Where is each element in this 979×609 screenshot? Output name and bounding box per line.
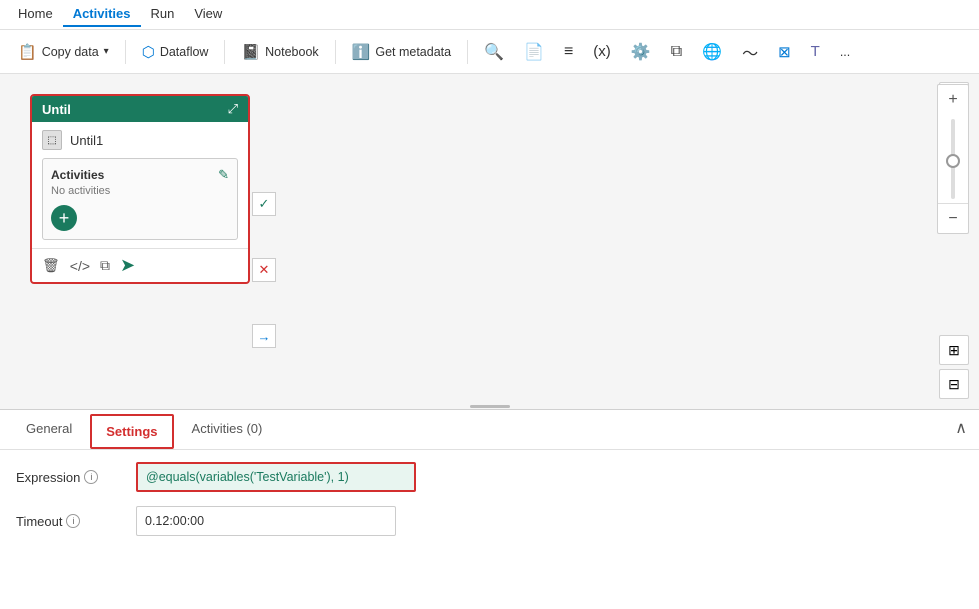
until-toolbar: 🗑 </> ⧉ ➤: [32, 248, 248, 282]
copy-data-icon: 📋: [18, 43, 37, 61]
edit-icon[interactable]: ✎: [218, 167, 229, 183]
copy-button[interactable]: ⧉: [100, 257, 110, 274]
dataflow-button[interactable]: ⬡ Dataflow: [134, 39, 217, 65]
outlook-icon-button[interactable]: ⊠: [770, 39, 799, 65]
canvas-bottom-icons: ⊞ ⊟: [939, 335, 969, 399]
toolbar-divider-4: [467, 40, 468, 64]
until-instance-icon: ⬚: [42, 130, 62, 150]
more-button[interactable]: ...: [832, 41, 858, 63]
run-button[interactable]: ➤: [120, 255, 135, 276]
globe-icon-button[interactable]: 🌐: [694, 38, 730, 66]
toolbar-divider-2: [224, 40, 225, 64]
expression-input[interactable]: [136, 462, 416, 492]
until-instance-name: Until1: [70, 133, 103, 148]
tab-activities[interactable]: Activities (0): [178, 413, 277, 446]
no-activities-text: No activities: [51, 185, 229, 197]
divider-handle: [470, 405, 510, 408]
dataflow-label: Dataflow: [160, 45, 209, 59]
main-area: 🔍 Until ⤢ ⬚ Until1 Activities ✎ No activ…: [0, 74, 979, 409]
until-node: Until ⤢ ⬚ Until1 Activities ✎ No activit…: [30, 94, 250, 284]
code-button[interactable]: </>: [70, 258, 90, 274]
settings-icon-button[interactable]: ⚙️: [623, 38, 659, 66]
nav-view[interactable]: View: [184, 2, 232, 27]
expression-row: Expression i: [16, 462, 963, 492]
canvas: 🔍 Until ⤢ ⬚ Until1 Activities ✎ No activ…: [0, 74, 979, 409]
get-metadata-label: Get metadata: [375, 45, 451, 59]
connector-x[interactable]: ✕: [252, 258, 276, 282]
connector-arrow[interactable]: →: [252, 324, 276, 348]
variable-icon-button[interactable]: (x): [585, 39, 619, 64]
expression-info-icon: i: [84, 470, 98, 484]
notebook-button[interactable]: 📓 Notebook: [233, 39, 326, 65]
tab-settings[interactable]: Settings: [90, 414, 173, 449]
toolbar-divider-3: [335, 40, 336, 64]
get-metadata-button[interactable]: ℹ️ Get metadata: [344, 39, 459, 65]
until-header: Until ⤢: [32, 96, 248, 122]
timeout-label: Timeout i: [16, 514, 136, 529]
wave-icon-button[interactable]: 〜: [734, 36, 766, 68]
nav-activities[interactable]: Activities: [63, 2, 141, 27]
activities-box: Activities ✎ No activities +: [42, 158, 238, 240]
top-nav: Home Activities Run View: [0, 0, 979, 30]
notebook-icon: 📓: [241, 43, 260, 61]
tab-general[interactable]: General: [12, 413, 86, 446]
expression-label: Expression i: [16, 470, 136, 485]
activities-header: Activities ✎: [51, 167, 229, 183]
pipeline-icon-button[interactable]: 📄: [516, 38, 552, 66]
panel-content: Expression i Timeout i: [0, 450, 979, 562]
toolbar-divider-1: [125, 40, 126, 64]
zoom-controls: + −: [937, 84, 969, 234]
timeout-info-icon: i: [66, 514, 80, 528]
copy-data-arrow-icon: ▾: [104, 46, 109, 57]
bottom-panel: General Settings Activities (0) ∧ Expres…: [0, 409, 979, 609]
timeout-row: Timeout i: [16, 506, 963, 536]
dataflow-icon: ⬡: [142, 43, 155, 61]
delete-button[interactable]: 🗑: [42, 257, 60, 274]
search-toolbar-button[interactable]: 🔍: [476, 38, 512, 66]
timeout-input[interactable]: [136, 506, 396, 536]
nav-run[interactable]: Run: [141, 2, 185, 27]
panel-tabs: General Settings Activities (0) ∧: [0, 410, 979, 450]
canvas-divider[interactable]: [0, 403, 979, 409]
teams-icon-button[interactable]: T: [803, 39, 828, 64]
until-title: Until: [42, 102, 71, 117]
connector-check[interactable]: ✓: [252, 192, 276, 216]
fit-view-button[interactable]: ⊞: [939, 335, 969, 365]
bracket-icon-button[interactable]: ⧉: [663, 39, 690, 65]
list-icon-button[interactable]: ≡: [556, 39, 581, 65]
zoom-thumb[interactable]: [946, 154, 960, 168]
until-label-row: ⬚ Until1: [42, 130, 238, 150]
zoom-out-button[interactable]: −: [938, 203, 968, 233]
notebook-label: Notebook: [265, 45, 319, 59]
zoom-slider-track: [951, 119, 955, 199]
toolbar: 📋 Copy data ▾ ⬡ Dataflow 📓 Notebook ℹ️ G…: [0, 30, 979, 74]
copy-data-label: Copy data: [42, 45, 99, 59]
side-connectors: ✓ ✕ →: [252, 192, 276, 348]
grid-view-button[interactable]: ⊟: [939, 369, 969, 399]
expand-icon[interactable]: ⤢: [228, 101, 238, 117]
zoom-in-button[interactable]: +: [938, 85, 968, 115]
nav-home[interactable]: Home: [8, 2, 63, 27]
get-metadata-icon: ℹ️: [352, 43, 371, 61]
panel-collapse-button[interactable]: ∧: [955, 418, 967, 438]
activities-label: Activities: [51, 168, 104, 182]
add-activity-button[interactable]: +: [51, 205, 77, 231]
copy-data-button[interactable]: 📋 Copy data ▾: [10, 39, 117, 65]
until-body: ⬚ Until1 Activities ✎ No activities +: [32, 122, 248, 248]
